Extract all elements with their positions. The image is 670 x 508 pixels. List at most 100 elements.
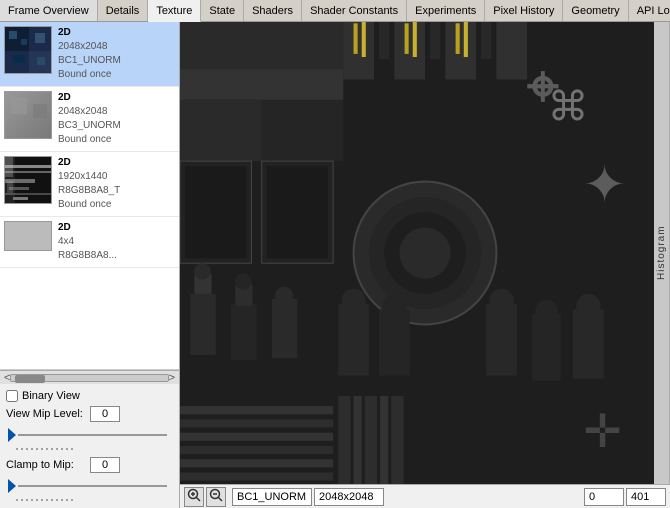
texture-thumb-1 <box>4 26 52 74</box>
dot <box>71 448 73 450</box>
dot <box>61 448 63 450</box>
dot <box>66 499 68 501</box>
tab-pixel-history[interactable]: Pixel History <box>485 0 563 21</box>
texture-size-1: 2048x2048 <box>58 40 121 54</box>
status-size: 2048x2048 <box>314 488 384 506</box>
texture-bound-1: Bound once <box>58 68 121 82</box>
texture-list[interactable]: 2D 2048x2048 BC1_UNORM Bound once <box>0 22 179 370</box>
texture-type-3: 2D <box>58 156 120 170</box>
dot <box>16 499 18 501</box>
status-y-coord: 401 <box>626 488 666 506</box>
clamp-to-mip-input[interactable] <box>90 457 120 473</box>
zoom-out-button[interactable] <box>206 487 226 507</box>
tab-shaders[interactable]: Shaders <box>244 0 302 21</box>
status-format: BC1_UNORM <box>232 488 312 506</box>
binary-view-text: Binary View <box>22 390 80 402</box>
mip-slider-dots <box>6 445 173 453</box>
texture-viewer[interactable]: ⌘ <box>180 22 670 484</box>
texture-type-1: 2D <box>58 26 121 40</box>
texture-format-4: R8G8B8A8... <box>58 249 117 263</box>
tab-geometry[interactable]: Geometry <box>563 0 628 21</box>
texture-bound-2: Bound once <box>58 133 121 147</box>
texture-thumb-2 <box>4 91 52 139</box>
dot <box>21 448 23 450</box>
dot <box>71 499 73 501</box>
texture-item-3[interactable]: 2D 1920x1440 R8G8B8A8_T Bound once <box>0 152 179 217</box>
dot <box>36 448 38 450</box>
tab-details[interactable]: Details <box>98 0 149 21</box>
tab-frame-overview[interactable]: Frame Overview <box>0 0 98 21</box>
dot <box>26 499 28 501</box>
status-x-coord: 0 <box>584 488 624 506</box>
dot <box>56 448 58 450</box>
zoom-in-button[interactable] <box>184 487 204 507</box>
view-mip-level-label: View Mip Level: <box>6 408 86 420</box>
mip-slider-handle[interactable] <box>8 428 16 442</box>
dot <box>21 499 23 501</box>
clamp-slider-handle[interactable] <box>8 479 16 493</box>
dot <box>31 448 33 450</box>
texture-item-1[interactable]: 2D 2048x2048 BC1_UNORM Bound once <box>0 22 179 87</box>
binary-view-label[interactable]: Binary View <box>6 390 80 402</box>
dot <box>46 448 48 450</box>
tab-state[interactable]: State <box>201 0 244 21</box>
texture-format-1: BC1_UNORM <box>58 54 121 68</box>
dot <box>41 448 43 450</box>
histogram-label: Histogram <box>656 226 667 281</box>
svg-text:⌖: ⌖ <box>527 56 559 118</box>
clamp-slider-container <box>6 477 173 504</box>
texture-size-4: 4x4 <box>58 235 117 249</box>
dot <box>16 448 18 450</box>
status-bar: BC1_UNORM 2048x2048 0 401 <box>180 484 670 508</box>
tab-texture[interactable]: Texture <box>148 0 201 22</box>
texture-list-scrollbar[interactable]: < > <box>0 370 179 384</box>
texture-thumb-3 <box>4 156 52 204</box>
dot <box>66 448 68 450</box>
svg-text:✛: ✛ <box>583 406 621 457</box>
dot <box>56 499 58 501</box>
texture-item-2[interactable]: 2D 2048x2048 BC3_UNORM Bound once <box>0 87 179 152</box>
texture-size-2: 2048x2048 <box>58 105 121 119</box>
dot <box>46 499 48 501</box>
svg-text:✦: ✦ <box>583 158 626 214</box>
controls-area: Binary View View Mip Level: <box>0 384 179 508</box>
clamp-slider[interactable] <box>8 477 171 495</box>
dot <box>26 448 28 450</box>
left-panel: 2D 2048x2048 BC1_UNORM Bound once <box>0 22 180 508</box>
dot <box>51 448 53 450</box>
dot <box>31 499 33 501</box>
mip-level-slider[interactable] <box>8 426 171 444</box>
main-content: 2D 2048x2048 BC1_UNORM Bound once <box>0 22 670 508</box>
zoom-in-icon <box>187 488 201 505</box>
binary-view-checkbox[interactable] <box>6 390 18 402</box>
tab-experiments[interactable]: Experiments <box>407 0 485 21</box>
hscroll-thumb[interactable] <box>15 375 45 383</box>
histogram-sidebar: Histogram <box>654 22 670 484</box>
view-mip-level-input[interactable] <box>90 406 120 422</box>
texture-type-2: 2D <box>58 91 121 105</box>
dot <box>36 499 38 501</box>
texture-item-4[interactable]: 2D 4x4 R8G8B8A8... <box>0 217 179 268</box>
clamp-slider-dots <box>6 496 173 504</box>
texture-info-1: 2D 2048x2048 BC1_UNORM Bound once <box>58 26 121 82</box>
texture-format-3: R8G8B8A8_T <box>58 184 120 198</box>
tab-api-log[interactable]: API Log <box>629 0 670 21</box>
texture-info-4: 2D 4x4 R8G8B8A8... <box>58 221 117 263</box>
binary-view-row: Binary View <box>6 390 173 402</box>
texture-info-2: 2D 2048x2048 BC3_UNORM Bound once <box>58 91 121 147</box>
texture-bound-3: Bound once <box>58 198 120 212</box>
app-container: Frame Overview Details Texture State Sha… <box>0 0 670 508</box>
right-panel: ⌘ <box>180 22 670 508</box>
hscroll-track[interactable] <box>10 374 168 382</box>
texture-type-4: 2D <box>58 221 117 235</box>
tab-bar: Frame Overview Details Texture State Sha… <box>0 0 670 22</box>
texture-format-2: BC3_UNORM <box>58 119 121 133</box>
mip-level-slider-container <box>6 426 173 453</box>
view-mip-level-row: View Mip Level: <box>6 406 173 422</box>
tab-shader-constants[interactable]: Shader Constants <box>302 0 407 21</box>
dot <box>41 499 43 501</box>
texture-size-3: 1920x1440 <box>58 170 120 184</box>
texture-info-3: 2D 1920x1440 R8G8B8A8_T Bound once <box>58 156 120 212</box>
clamp-to-mip-row: Clamp to Mip: <box>6 457 173 473</box>
zoom-out-icon <box>209 488 223 505</box>
